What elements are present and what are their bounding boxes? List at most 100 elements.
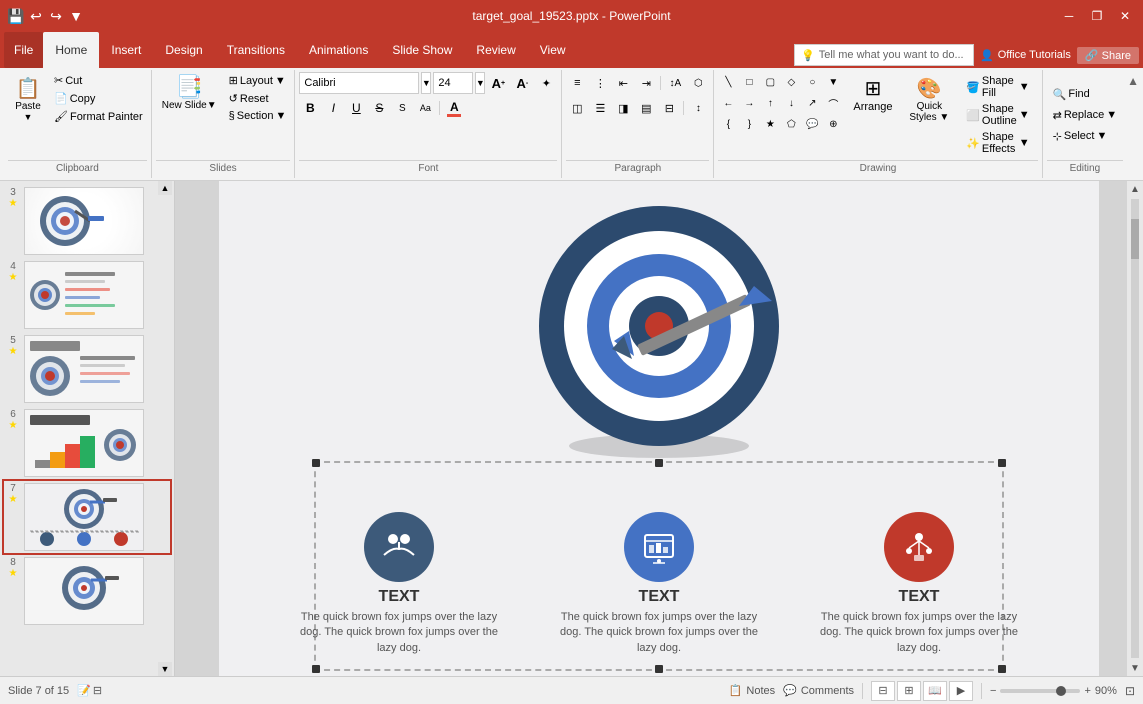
align-right-button[interactable]: ◨ xyxy=(612,97,634,119)
decrease-indent-button[interactable]: ⇤ xyxy=(612,72,634,94)
shape-extra[interactable]: ⊕ xyxy=(823,114,843,134)
slide-item-7[interactable]: 7 ★ xyxy=(4,481,170,553)
replace-button[interactable]: ⇄ Replace ▼ xyxy=(1047,107,1123,124)
slide-item-4[interactable]: 4 ★ xyxy=(4,259,170,331)
tab-slideshow[interactable]: Slide Show xyxy=(380,32,464,68)
italic-button[interactable]: I xyxy=(322,97,344,119)
bullets-button[interactable]: ≡ xyxy=(566,72,588,94)
canvas-scroll-thumb[interactable] xyxy=(1131,219,1139,259)
zoom-slider[interactable] xyxy=(1000,689,1080,693)
fit-slide-button[interactable]: ⊡ xyxy=(1125,684,1135,698)
shape-oval[interactable]: ○ xyxy=(802,72,822,92)
line-spacing-button[interactable]: ↕ xyxy=(687,97,709,119)
restore-button[interactable]: ❐ xyxy=(1087,6,1107,26)
font-size-selector[interactable]: 24 xyxy=(433,72,473,94)
underline-button[interactable]: U xyxy=(345,97,367,119)
shape-line[interactable]: ╲ xyxy=(718,72,738,92)
clear-format-button[interactable]: ✦ xyxy=(535,72,557,94)
justify-button[interactable]: ▤ xyxy=(635,97,657,119)
slide-panel[interactable]: ▲ 3 ★ 4 ★ xyxy=(0,181,175,676)
redo-icon[interactable]: ↪ xyxy=(48,8,64,24)
zoom-control[interactable]: − + 90% xyxy=(990,685,1117,697)
quick-styles-button[interactable]: 🎨 Quick Styles ▼ xyxy=(903,72,957,127)
shape-arrow-down[interactable]: ↓ xyxy=(781,93,801,113)
slide-item-5[interactable]: 5 ★ xyxy=(4,333,170,405)
font-name-dropdown[interactable]: ▼ xyxy=(421,72,431,94)
font-name-selector[interactable]: Calibri xyxy=(299,72,419,94)
find-button[interactable]: 🔍 Find xyxy=(1047,86,1096,103)
shape-arrow-left[interactable]: ← xyxy=(718,93,738,113)
align-left-button[interactable]: ◫ xyxy=(566,97,588,119)
normal-view-button[interactable]: ⊟ xyxy=(871,681,895,701)
align-center-button[interactable]: ☰ xyxy=(589,97,611,119)
tab-view[interactable]: View xyxy=(528,32,578,68)
font-case-button[interactable]: Aa xyxy=(414,97,436,119)
shape-rect[interactable]: □ xyxy=(739,72,759,92)
bold-button[interactable]: B xyxy=(299,97,321,119)
canvas-scrollbar[interactable]: ▲ ▼ xyxy=(1127,181,1143,676)
slide-item-6[interactable]: 6 ★ xyxy=(4,407,170,479)
slide-item-8[interactable]: 8 ★ xyxy=(4,555,170,627)
slide-canvas[interactable]: TEXT The quick brown fox jumps over the … xyxy=(219,181,1099,676)
slide-panel-scroll-up[interactable]: ▲ xyxy=(158,181,172,195)
slide-thumb-7[interactable] xyxy=(24,483,144,551)
tab-review[interactable]: Review xyxy=(464,32,527,68)
tab-animations[interactable]: Animations xyxy=(297,32,380,68)
shape-more-dropdown[interactable]: ▼ xyxy=(823,72,843,92)
close-button[interactable]: ✕ xyxy=(1115,6,1135,26)
help-search[interactable]: 💡 Tell me what you want to do... xyxy=(794,44,974,66)
shape-arrow-bent[interactable]: ↗ xyxy=(802,93,822,113)
share-button[interactable]: 🔗 Share xyxy=(1077,47,1139,64)
tab-insert[interactable]: Insert xyxy=(99,32,153,68)
section-button[interactable]: § Section ▼ xyxy=(225,108,291,124)
shadow-button[interactable]: S xyxy=(391,97,413,119)
slide-thumb-5[interactable] xyxy=(24,335,144,403)
new-slide-button[interactable]: 📑 New Slide ▼ xyxy=(156,72,223,113)
shape-star[interactable]: ★ xyxy=(760,114,780,134)
reading-view-button[interactable]: 📖 xyxy=(923,681,947,701)
decrease-font-button[interactable]: A- xyxy=(511,72,533,94)
shape-rounded-rect[interactable]: ▢ xyxy=(760,72,780,92)
slide-thumb-3[interactable] xyxy=(24,187,144,255)
tab-file[interactable]: File xyxy=(4,32,43,68)
shape-diamond[interactable]: ◇ xyxy=(781,72,801,92)
strikethrough-button[interactable]: S xyxy=(368,97,390,119)
increase-font-button[interactable]: A+ xyxy=(487,72,509,94)
format-painter-button[interactable]: 🖌 Format Painter xyxy=(50,108,147,125)
ribbon-collapse-button[interactable]: ▲ xyxy=(1127,70,1139,178)
convert-to-smartart-button[interactable]: ⬡ xyxy=(687,72,709,94)
arrange-button[interactable]: ⊞ Arrange xyxy=(845,72,900,117)
zoom-in-button[interactable]: + xyxy=(1084,685,1090,697)
zoom-out-button[interactable]: − xyxy=(990,685,996,697)
reset-button[interactable]: ↺ Reset xyxy=(225,90,291,107)
tab-design[interactable]: Design xyxy=(153,32,214,68)
customize-icon[interactable]: ▼ xyxy=(68,8,84,24)
tab-home[interactable]: Home xyxy=(43,32,99,68)
slide-thumb-6[interactable] xyxy=(24,409,144,477)
increase-indent-button[interactable]: ⇥ xyxy=(635,72,657,94)
office-tutorials[interactable]: 👤 Office Tutorials xyxy=(980,49,1071,62)
zoom-slider-thumb[interactable] xyxy=(1056,686,1066,696)
notes-section-indicator[interactable]: 📝 ⊟ xyxy=(77,684,102,697)
canvas-scroll-up[interactable]: ▲ xyxy=(1127,181,1143,197)
font-color-button[interactable]: A xyxy=(443,97,465,119)
canvas-scroll-track[interactable] xyxy=(1131,199,1139,658)
undo-icon[interactable]: ↩ xyxy=(28,8,44,24)
shape-arrow-up[interactable]: ↑ xyxy=(760,93,780,113)
shape-brace-left[interactable]: { xyxy=(718,114,738,134)
slideshow-button[interactable]: ▶ xyxy=(949,681,973,701)
tab-transitions[interactable]: Transitions xyxy=(215,32,297,68)
slide-thumb-4[interactable] xyxy=(24,261,144,329)
shape-curve[interactable]: ⌒ xyxy=(823,93,843,113)
shape-arrow-right[interactable]: → xyxy=(739,93,759,113)
slide-thumb-8[interactable] xyxy=(24,557,144,625)
cut-button[interactable]: ✂ Cut xyxy=(50,72,147,89)
shape-effects-button[interactable]: ✨ Shape Effects ▼ xyxy=(962,130,1033,156)
shape-brace-right[interactable]: } xyxy=(739,114,759,134)
slide-sorter-button[interactable]: ⊞ xyxy=(897,681,921,701)
slide-panel-scroll-down[interactable]: ▼ xyxy=(158,662,172,676)
save-icon[interactable]: 💾 xyxy=(8,8,24,24)
numbering-button[interactable]: ⋮ xyxy=(589,72,611,94)
select-button[interactable]: ⊹ Select ▼ xyxy=(1047,128,1114,145)
shape-pentagon[interactable]: ⬠ xyxy=(781,114,801,134)
